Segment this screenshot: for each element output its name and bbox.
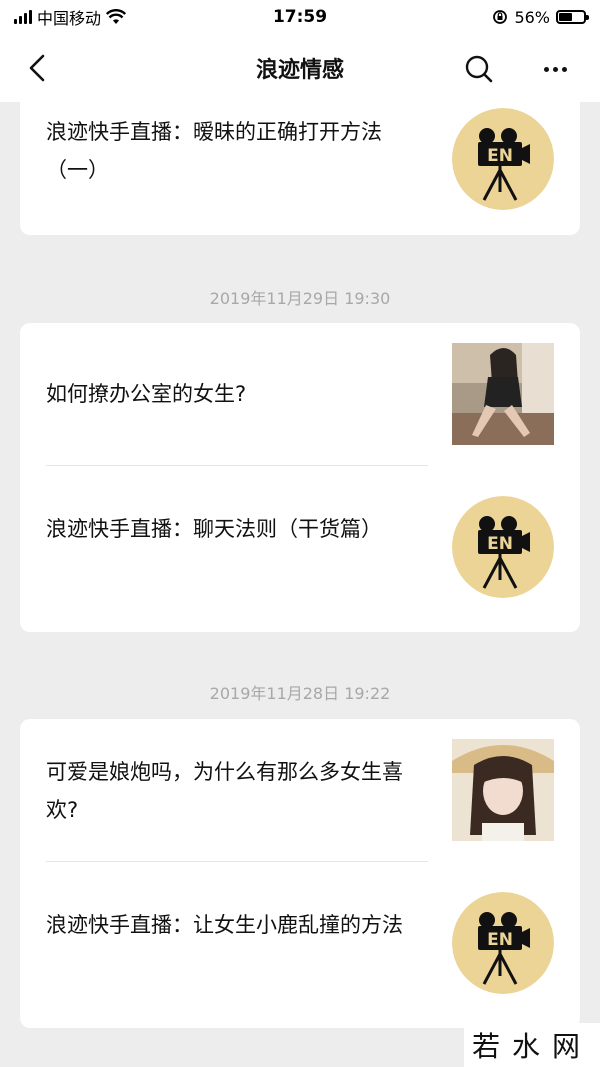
logo-text: EN [487,534,513,554]
logo-text: EN [487,146,513,166]
article-item[interactable]: 浪迹快手直播：让女生小鹿乱撞的方法 EN [20,862,580,1028]
status-left: 中国移动 [14,5,234,29]
logo-text: EN [487,930,513,950]
photo-girl-hat [452,739,554,841]
wifi-icon [106,9,127,24]
article-item[interactable]: 浪迹快手直播：聊天法则（干货篇） EN [20,466,580,632]
back-button[interactable] [22,52,52,84]
timestamp: 2019年11月29日 19:30 [209,289,391,308]
article-title: 浪迹快手直播：暧昧的正确打开方法（一） [46,120,382,182]
status-bar: 中国移动 17:59 56% [0,0,600,34]
article-card: 如何撩办公室的女生? 浪迹快手直播：聊天法则（干货篇） EN [20,323,580,632]
en-camera-logo: EN [452,108,554,210]
battery-fill [559,13,573,21]
article-card: 可爱是娘炮吗，为什么有那么多女生喜欢? 浪迹快手直播：让女生小鹿乱撞的方法 EN [20,719,580,1028]
article-title: 浪迹快手直播：聊天法则（干货篇） [46,517,382,541]
article-card: 浪迹快手直播：暧昧的正确打开方法（一） EN [20,94,580,235]
timestamp: 2019年11月28日 19:22 [209,684,391,703]
search-button[interactable] [462,52,496,86]
photo-office-woman [452,343,554,445]
article-item[interactable]: 如何撩办公室的女生? [20,323,580,465]
page-title: 浪迹情感 [255,58,344,83]
more-button[interactable] [538,52,572,86]
signal-icon [14,10,32,24]
search-icon [465,55,493,83]
article-title: 可爱是娘炮吗，为什么有那么多女生喜欢? [46,760,403,822]
status-right: 56% [366,7,589,27]
battery-percent: 56% [514,7,550,27]
article-item[interactable]: 可爱是娘炮吗，为什么有那么多女生喜欢? [20,719,580,861]
article-item[interactable]: 浪迹快手直播：暧昧的正确打开方法（一） EN [20,94,580,235]
watermark: 若水网 [464,1023,600,1067]
status-time: 17:59 [272,7,328,27]
en-camera-logo: EN [452,892,554,994]
orientation-lock-icon [493,10,508,24]
more-icon [543,66,549,72]
article-title: 浪迹快手直播：让女生小鹿乱撞的方法 [46,913,403,937]
carrier-label: 中国移动 [37,9,102,28]
article-title: 如何撩办公室的女生? [46,382,247,406]
nav-bar: 浪迹情感 [0,34,600,102]
chevron-left-icon [29,54,45,82]
en-camera-logo: EN [452,496,554,598]
battery-icon [556,10,589,24]
